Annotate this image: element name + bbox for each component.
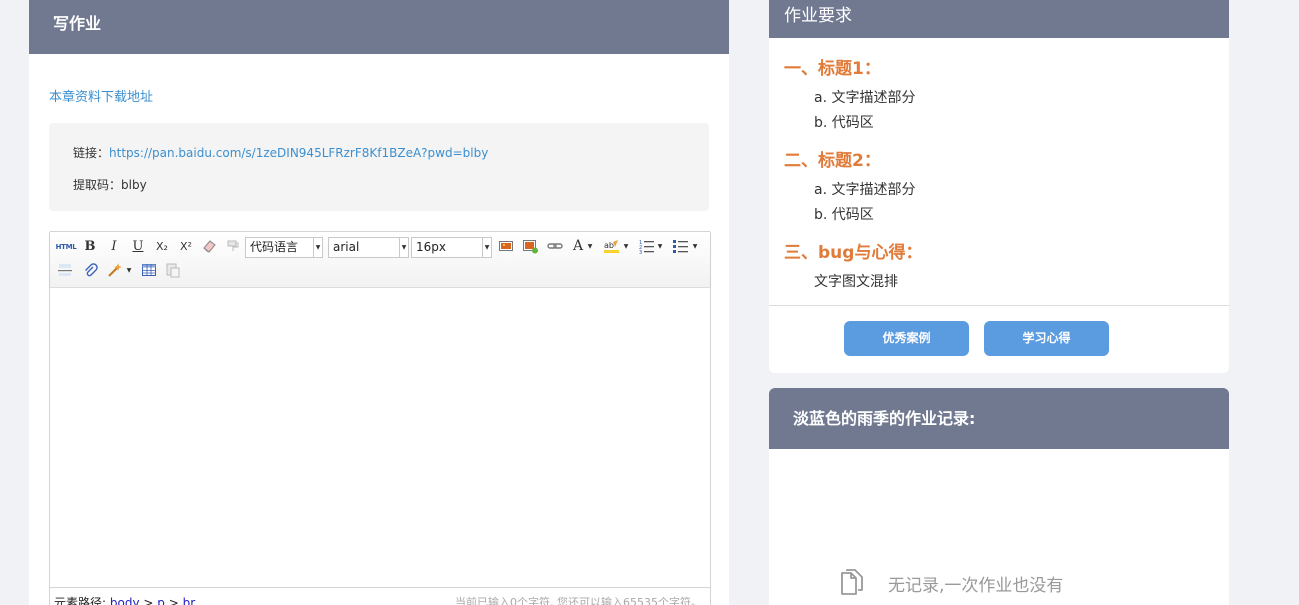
highlight-icon[interactable]: ab — [602, 238, 622, 256]
section-title: 三、bug与心得： — [784, 243, 923, 263]
section-title: 二、标题2： — [784, 151, 881, 171]
link-icon[interactable] — [545, 238, 565, 256]
section-item: a. 文字描述部分 — [814, 182, 916, 198]
section-item: a. 文字描述部分 — [814, 90, 916, 106]
font-family-value: arial — [333, 240, 360, 254]
extraction-code: 提取码：blby — [73, 178, 147, 192]
link-line: 链接：https://pan.baidu.com/s/1zeDIN945LFRz… — [73, 144, 488, 161]
path-body-link[interactable]: body — [110, 596, 140, 605]
editor-status-bar: 元素路径: body > p > br 当前已输入0个字符, 您还可以输入655… — [50, 587, 710, 605]
ordered-list-icon[interactable]: 123 — [638, 238, 656, 256]
section-title: 一、标题1： — [784, 59, 881, 79]
document-icon — [837, 568, 867, 598]
section-item: b. 代码区 — [814, 207, 874, 223]
chevron-down-icon: ▼ — [313, 238, 322, 257]
learning-notes-button[interactable]: 学习心得 — [984, 321, 1109, 356]
editor-content-area[interactable] — [50, 288, 710, 588]
element-path: 元素路径: body > p > br — [54, 594, 195, 605]
paste-icon[interactable] — [164, 262, 182, 280]
requirements-card: 作业要求 一、标题1： a. 文字描述部分 b. 代码区 二、标题2： a. 文… — [769, 0, 1229, 373]
horizontal-rule-icon[interactable] — [56, 262, 74, 280]
excellent-cases-button[interactable]: 优秀案例 — [844, 321, 969, 356]
chevron-down-icon[interactable]: ▼ — [125, 262, 133, 280]
char-counter: 当前已输入0个字符, 您还可以输入65535个字符。 — [455, 596, 702, 605]
chevron-down-icon[interactable]: ▼ — [691, 238, 699, 256]
write-homework-panel: 写作业 本章资料下载地址 链接：https://pan.baidu.com/s/… — [29, 0, 729, 605]
download-link[interactable]: 本章资料下载地址 — [49, 86, 153, 105]
path-separator: > — [143, 596, 154, 605]
panel-title: 写作业 — [29, 0, 729, 54]
divider — [769, 305, 1229, 306]
magic-wand-icon[interactable] — [106, 262, 124, 280]
bold-button[interactable]: B — [81, 238, 99, 256]
svg-text:3: 3 — [639, 250, 642, 254]
download-info-box: 链接：https://pan.baidu.com/s/1zeDIN945LFRz… — [49, 123, 709, 211]
chevron-down-icon[interactable]: ▼ — [586, 238, 594, 256]
records-title: 淡蓝色的雨季的作业记录: — [769, 388, 1229, 449]
underline-button[interactable]: U — [129, 238, 147, 256]
chevron-down-icon[interactable]: ▼ — [656, 238, 664, 256]
table-icon[interactable] — [140, 262, 158, 280]
svg-text:ab: ab — [604, 241, 614, 250]
editor-toolbar: HTML B I U X₂ X² 代码语言 ▼ arial ▼ 16px ▼ A… — [50, 232, 710, 288]
eraser-icon[interactable] — [200, 238, 218, 256]
multi-image-icon[interactable] — [520, 238, 540, 256]
path-br-link[interactable]: br — [183, 596, 196, 605]
homework-records-card: 淡蓝色的雨季的作业记录: 无记录,一次作业也没有 — [769, 388, 1229, 605]
font-size-select[interactable]: 16px ▼ — [411, 237, 492, 258]
html-source-button[interactable]: HTML — [55, 238, 77, 256]
attachment-icon[interactable] — [81, 262, 99, 280]
chevron-down-icon: ▼ — [482, 238, 491, 257]
section-item: b. 代码区 — [814, 115, 874, 131]
font-family-select[interactable]: arial ▼ — [328, 237, 409, 258]
requirements-title: 作业要求 — [769, 0, 1229, 38]
subscript-button[interactable]: X₂ — [152, 238, 172, 256]
chevron-down-icon: ▼ — [399, 238, 408, 257]
link-label: 链接： — [73, 146, 110, 160]
link-url[interactable]: https://pan.baidu.com/s/1zeDIN945LFRzrF8… — [109, 146, 488, 160]
format-painter-icon[interactable] — [224, 238, 242, 256]
empty-records-text: 无记录,一次作业也没有 — [888, 576, 1064, 596]
path-separator: > — [168, 596, 179, 605]
font-color-button[interactable]: A — [570, 237, 586, 255]
font-size-value: 16px — [416, 240, 446, 254]
unordered-list-icon[interactable] — [672, 238, 690, 256]
code-language-select[interactable]: 代码语言 ▼ — [245, 237, 323, 258]
chevron-down-icon[interactable]: ▼ — [622, 238, 630, 256]
element-path-label: 元素路径: — [54, 596, 107, 605]
superscript-button[interactable]: X² — [176, 238, 196, 256]
code-language-value: 代码语言 — [250, 240, 299, 254]
image-icon[interactable] — [497, 238, 515, 256]
rich-text-editor: HTML B I U X₂ X² 代码语言 ▼ arial ▼ 16px ▼ A… — [49, 231, 711, 605]
section-item: 文字图文混排 — [814, 274, 898, 290]
italic-button[interactable]: I — [105, 238, 123, 256]
path-p-link[interactable]: p — [157, 596, 165, 605]
